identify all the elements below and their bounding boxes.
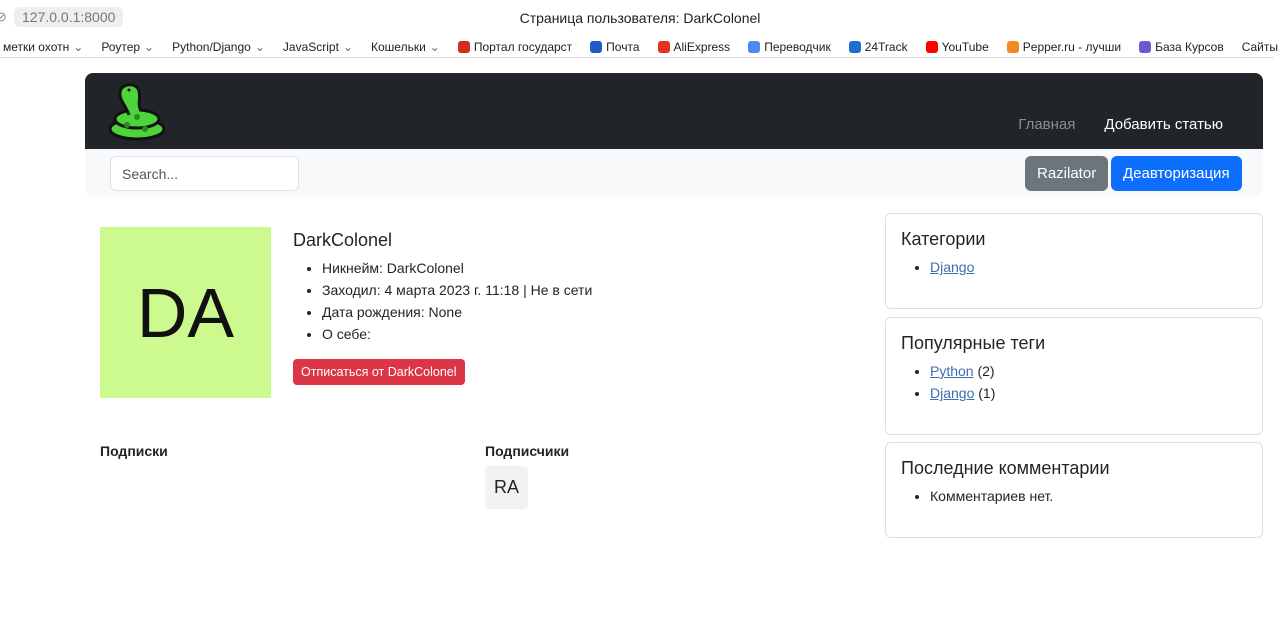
chevron-down-icon: ⌄ [254,40,265,54]
avatar: DA [100,227,271,398]
subscribers-title: Подписчики [485,443,570,459]
profile-info: DarkColonel Никнейм: DarkColonel Заходил… [293,230,592,385]
bookmarks-bar: метки охотн ⌄ Роутер ⌄ Python/Django ⌄ JavaScr… [0,36,1278,58]
bookmark-label: Переводчик [764,40,831,54]
bookmark-item[interactable]: 24Track [840,36,917,58]
chevron-down-icon: ⌄ [144,40,155,54]
bookmark-label: Python/Django [172,40,251,54]
profile-detail: О себе: [322,323,592,345]
snake-logo-icon[interactable] [107,81,169,141]
subscriber-avatar[interactable]: RA [485,466,528,509]
bookmark-item[interactable]: Почта [581,36,648,58]
card-title: Категории [901,229,986,249]
categories-card: Категории Django [885,213,1263,309]
youtube-icon [925,41,938,53]
bookmark-item[interactable]: Сайты⌄ [1233,36,1280,58]
bookmark-item[interactable]: Портал государст [449,36,581,58]
bookmark-item[interactable]: AliExpress [649,36,740,58]
profile-detail: Заходил: 4 марта 2023 г. 11:18 | Не в се… [322,279,592,301]
bookmark-label: JavaScript [282,40,339,54]
card-title: Популярные теги [901,333,1046,353]
bookmark-label: YouTube [941,40,989,54]
bookmark-item[interactable]: Python/Django ⌄ [163,36,274,58]
24track-icon [848,41,861,53]
bookmark-item[interactable]: Переводчик [739,36,840,58]
tag-link[interactable]: Python [930,363,974,379]
popular-tags-card: Популярные теги Python (2) Django (1) [885,317,1263,435]
chevron-down-icon: ⌄ [342,40,353,54]
navbar: Главная Добавить статью [85,73,1263,149]
comment-item: Комментариев нет. [930,485,1247,507]
bookmark-item[interactable]: Роутер ⌄ [92,36,163,58]
logout-button[interactable]: Деавторизация [1111,156,1242,191]
bookmark-label: AliExpress [673,40,731,54]
bookmark-item[interactable]: Pepper.ru - лучши [998,36,1130,58]
chevron-down-icon: ⌄ [429,40,440,54]
bookmark-label: База Курсов [1155,40,1224,54]
user-profile-button[interactable]: Razilator [1025,156,1109,191]
tag-count: (2) [977,363,995,379]
search-input[interactable] [110,156,299,191]
mail-icon [590,41,603,53]
window-title: Страница пользователя: DarkColonel [519,10,761,26]
translate-icon [748,41,761,53]
category-link[interactable]: Django [930,259,974,275]
bookmark-item[interactable]: База Курсов [1130,36,1233,58]
profile-detail: Никнейм: DarkColonel [322,257,592,279]
bookmark-label: Кошельки [371,40,426,54]
bookmark-item[interactable]: метки охотн ⌄ [0,36,92,58]
nav-add-article-link[interactable]: Добавить статью [1104,116,1223,133]
profile-detail: Дата рождения: None [322,301,592,323]
bookmark-label: Сайты [1241,40,1279,54]
bookmark-item[interactable]: YouTube [917,36,998,58]
bookmark-label: Pepper.ru - лучши [1022,40,1122,54]
unsubscribe-button[interactable]: Отписаться от DarkColonel [293,359,465,385]
bookmark-label: Роутер [101,40,141,54]
bookmark-label: 24Track [864,40,908,54]
nav-home-link[interactable]: Главная [1018,116,1075,133]
card-title: Последние комментарии [901,458,1110,478]
bookmark-label: Почта [606,40,640,54]
tag-count: (1) [978,385,996,401]
recent-comments-card: Последние комментарии Комментариев нет. [885,442,1263,538]
browser-titlebar: ⊘ 127.0.0.1:8000 Страница пользователя: … [0,0,1280,36]
clip-icon [1139,41,1152,53]
russia-flag-icon [457,41,470,53]
subscriptions-title: Подписки [100,443,168,459]
aliexpress-icon [657,41,670,53]
tag-link[interactable]: Django [930,385,974,401]
search-bar-row: Razilator Деавторизация [85,149,1263,197]
bookmark-label: метки охотн [3,40,70,54]
profile-name: DarkColonel [293,230,393,250]
bookmark-label: Портал государст [473,40,573,54]
chevron-down-icon: ⌄ [73,40,84,54]
bookmark-item[interactable]: Кошельки ⌄ [362,36,449,58]
flame-icon [1006,41,1019,53]
bookmark-item[interactable]: JavaScript ⌄ [274,36,362,58]
